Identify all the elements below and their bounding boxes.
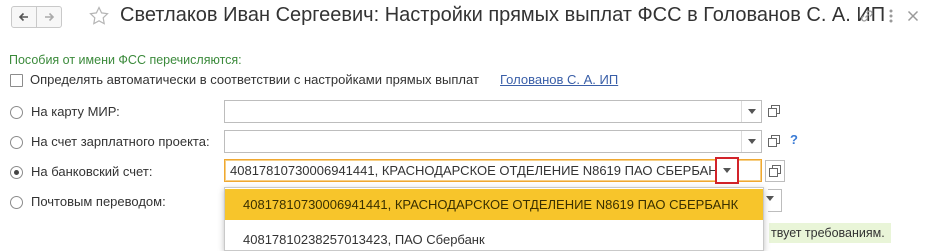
forward-button[interactable]: [36, 6, 62, 28]
star-icon[interactable]: [88, 5, 110, 27]
bank-account-dropdown-button[interactable]: [715, 157, 739, 184]
open-icon: [768, 105, 780, 117]
radio-postal-transfer-label[interactable]: Почтовым переводом:: [31, 194, 166, 209]
validation-message: твует требованиям.: [769, 223, 891, 243]
settings-window: Светлаков Иван Сергеевич: Настройки прям…: [0, 0, 934, 251]
auto-settings-checkbox[interactable]: [10, 74, 23, 87]
more-icon[interactable]: [884, 7, 898, 25]
close-icon[interactable]: [904, 7, 922, 25]
bank-account-field[interactable]: 40817810730006941441, КРАСНОДАРСКОЕ ОТДЕ…: [224, 157, 762, 184]
chevron-down-icon: [747, 109, 756, 114]
radio-salary-project[interactable]: [10, 136, 23, 149]
window-title: Светлаков Иван Сергеевич: Настройки прям…: [120, 4, 886, 26]
arrow-right-icon: [45, 12, 55, 22]
dropdown-option[interactable]: 40817810238257013423, ПАО Сбербанк: [225, 224, 763, 251]
bank-account-open-button[interactable]: [765, 160, 785, 182]
radio-postal-transfer[interactable]: [10, 196, 23, 209]
link-icon[interactable]: [858, 7, 876, 25]
help-icon[interactable]: ?: [790, 132, 798, 147]
section-title: Пособия от имени ФСС перечисляются:: [9, 53, 242, 67]
salary-project-dropdown-button[interactable]: [741, 131, 761, 152]
open-icon: [768, 135, 780, 147]
arrow-left-icon: [18, 12, 28, 22]
bank-account-value: 40817810730006941441, КРАСНОДАРСКОЕ ОТДЕ…: [230, 163, 726, 178]
radio-mir-card-label[interactable]: На карту МИР:: [31, 104, 120, 119]
radio-bank-account[interactable]: [10, 166, 23, 179]
salary-project-field[interactable]: [224, 130, 762, 153]
mir-card-open-button[interactable]: [765, 101, 783, 121]
radio-mir-card[interactable]: [10, 106, 23, 119]
radio-bank-account-label[interactable]: На банковский счет:: [31, 164, 152, 179]
back-button[interactable]: [11, 6, 37, 28]
mir-card-field[interactable]: [224, 100, 762, 123]
chevron-down-icon[interactable]: [766, 196, 774, 201]
auto-settings-label[interactable]: Определять автоматически в соответствии …: [30, 72, 479, 87]
bank-account-dropdown-list: 40817810730006941441, КРАСНОДАРСКОЕ ОТДЕ…: [224, 187, 764, 251]
mir-card-dropdown-button[interactable]: [741, 101, 761, 122]
salary-project-open-button[interactable]: [765, 131, 783, 151]
organization-link[interactable]: Голованов С. А. ИП: [500, 72, 618, 87]
dropdown-option[interactable]: 40817810730006941441, КРАСНОДАРСКОЕ ОТДЕ…: [225, 189, 763, 220]
chevron-down-icon: [723, 168, 731, 173]
chevron-down-icon: [747, 139, 756, 144]
open-icon: [769, 165, 781, 177]
radio-salary-project-label[interactable]: На счет зарплатного проекта:: [31, 134, 210, 149]
